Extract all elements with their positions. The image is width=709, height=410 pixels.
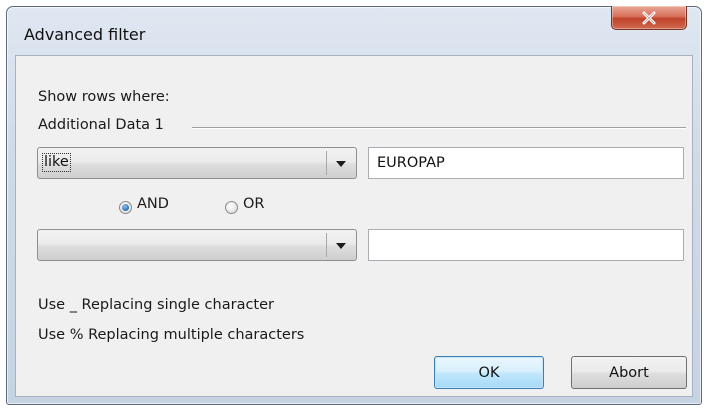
and-radio-label[interactable]: AND [137, 196, 169, 212]
value-input-2[interactable] [368, 229, 684, 261]
close-button[interactable] [611, 6, 687, 30]
abort-button[interactable]: Abort [571, 356, 687, 389]
operator-dropdown-1-value: like [42, 153, 71, 172]
operator-dropdown-2[interactable] [37, 229, 357, 261]
and-radio[interactable] [119, 201, 132, 214]
title-bar[interactable]: Advanced filter [7, 6, 701, 55]
dropdown-separator [326, 151, 327, 175]
hint-single-character: Use _ Replacing single character [38, 297, 274, 313]
chevron-down-icon [336, 161, 346, 167]
ok-button[interactable]: OK [434, 356, 544, 389]
advanced-filter-dialog: Advanced filter Show rows where: Additio… [6, 6, 702, 405]
close-icon [642, 11, 656, 24]
group-divider [192, 127, 686, 129]
operator-dropdown-1[interactable]: like [37, 147, 357, 179]
hint-multiple-characters: Use % Replacing multiple characters [38, 327, 305, 343]
or-radio[interactable] [225, 201, 238, 214]
value-input-1[interactable]: EUROPAP [368, 147, 684, 179]
dropdown-separator [326, 233, 327, 257]
dialog-body: Show rows where: Additional Data 1 like … [15, 55, 693, 397]
dialog-title: Advanced filter [24, 25, 146, 44]
show-rows-label: Show rows where: [38, 89, 170, 105]
group-label: Additional Data 1 [38, 117, 164, 133]
or-radio-label[interactable]: OR [243, 196, 265, 212]
value-input-1-text: EUROPAP [377, 155, 445, 171]
chevron-down-icon [336, 243, 346, 249]
